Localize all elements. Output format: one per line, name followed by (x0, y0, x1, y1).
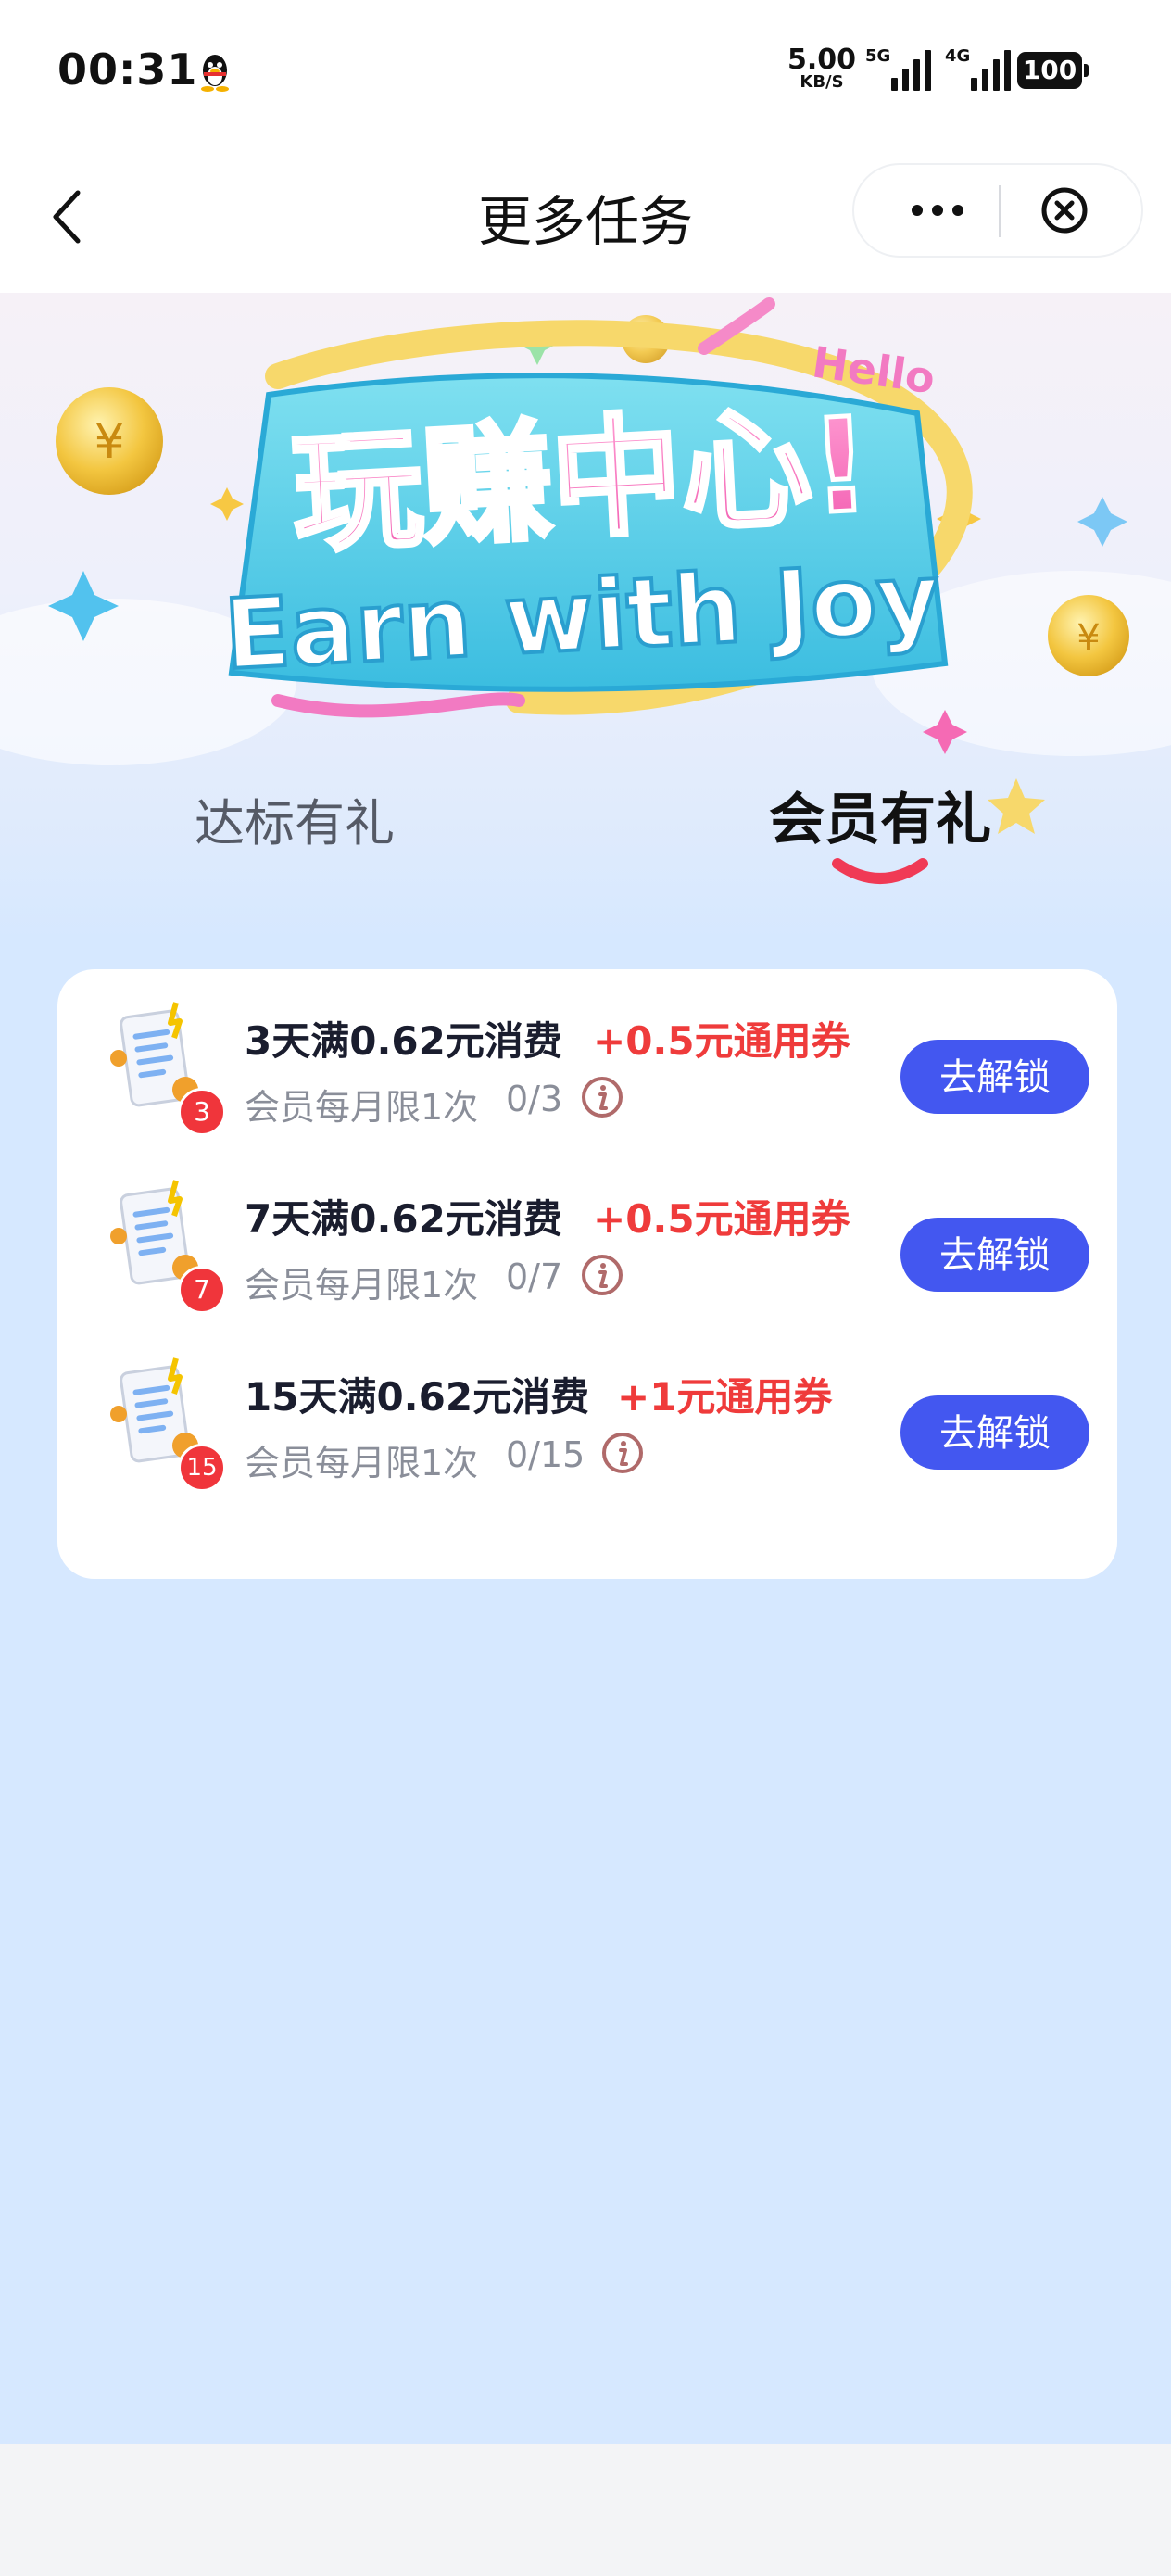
task-tabs: 达标有礼 会员有礼 (0, 775, 1171, 941)
task-reward: +0.5元通用券 (593, 1018, 850, 1064)
info-icon[interactable] (580, 1075, 624, 1119)
task-limit: 会员每月限1次 (245, 1087, 479, 1128)
info-icon[interactable] (580, 1253, 624, 1297)
battery-icon: 100 (1017, 52, 1089, 89)
status-bar: 00:31 5.00 KB/S 5G 4G 100 (0, 0, 1171, 139)
task-limit: 会员每月限1次 (245, 1265, 479, 1306)
unlock-button[interactable]: 去解锁 (900, 1040, 1089, 1114)
bottom-safe-area (0, 2444, 1171, 2576)
unlock-button[interactable]: 去解锁 (900, 1218, 1089, 1292)
task-day-badge: 3 (178, 1088, 226, 1136)
status-time: 00:31 (57, 44, 198, 95)
signal-5g-label: 5G (865, 46, 891, 66)
qq-penguin-icon (201, 55, 229, 92)
svg-text:玩赚中心!: 玩赚中心! (289, 390, 875, 571)
task-row: 7 7天满0.62元消费 +0.5元通用券 会员每月限1次 0/7 去解锁 (57, 1160, 1117, 1338)
capsule-divider (999, 185, 1001, 237)
more-dots-icon[interactable] (882, 165, 993, 256)
mini-program-capsule (852, 163, 1143, 258)
task-row: 15 15天满0.62元消费 +1元通用券 会员每月限1次 0/15 去解锁 (57, 1338, 1117, 1516)
task-card: 3 3天满0.62元消费 +0.5元通用券 会员每月限1次 0/3 去解锁 7 … (57, 969, 1117, 1579)
earn-with-joy-banner-image: ¥ ¥ Hello 玩赚中心! Earn with Joy (0, 297, 1171, 765)
task-limit: 会员每月限1次 (245, 1443, 479, 1484)
svg-text:¥: ¥ (94, 414, 124, 470)
unlock-button[interactable]: 去解锁 (900, 1395, 1089, 1470)
battery-level: 100 (1022, 55, 1077, 85)
nav-bar: 更多任务 (0, 139, 1171, 293)
task-reward: +1元通用券 (617, 1374, 833, 1420)
active-tab-indicator (832, 858, 928, 884)
hero-banner: ¥ ¥ Hello 玩赚中心! Earn with Joy 达标有礼 会员有礼 (0, 293, 1171, 941)
task-title: 3天满0.62元消费 (245, 1018, 562, 1064)
svg-text:¥: ¥ (1077, 617, 1100, 660)
task-day-badge: 7 (178, 1266, 226, 1314)
star-icon (988, 778, 1045, 834)
tab-member-rewards[interactable]: 会员有礼 (769, 775, 991, 855)
task-title: 7天满0.62元消费 (245, 1196, 562, 1242)
signal-4g-icon: 4G (945, 46, 1017, 91)
network-speed: 5.00 KB/S (787, 46, 856, 91)
coin-icon: ¥ (56, 387, 163, 495)
task-day-badge: 15 (178, 1444, 226, 1492)
task-title: 15天满0.62元消费 (245, 1374, 590, 1420)
task-progress: 0/15 (506, 1434, 586, 1475)
task-progress: 0/7 (506, 1256, 563, 1297)
signal-5g-icon: 5G (865, 46, 938, 91)
close-circle-icon[interactable] (1039, 185, 1089, 235)
task-row: 3 3天满0.62元消费 +0.5元通用券 会员每月限1次 0/3 去解锁 (57, 982, 1117, 1160)
tab-standard-rewards[interactable]: 达标有礼 (195, 782, 395, 855)
info-icon[interactable] (600, 1431, 645, 1475)
network-speed-value: 5.00 (787, 44, 857, 76)
task-progress: 0/3 (506, 1079, 563, 1119)
signal-4g-label: 4G (945, 46, 971, 66)
task-reward: +0.5元通用券 (593, 1196, 850, 1242)
network-speed-unit: KB/S (800, 72, 844, 92)
